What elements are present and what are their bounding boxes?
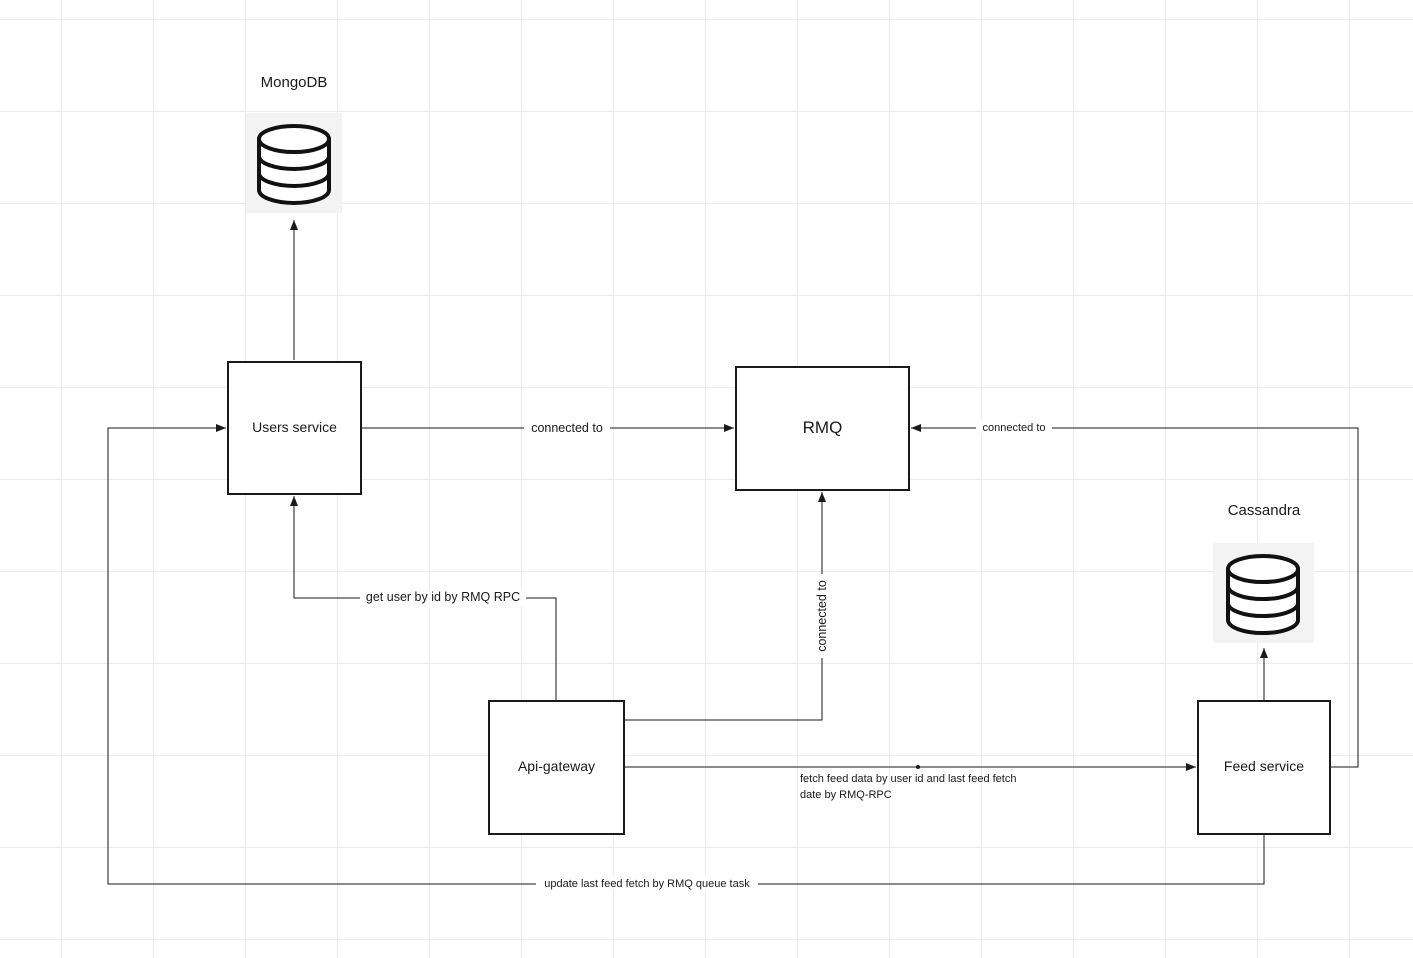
node-api-gateway[interactable]: Api-gateway	[488, 700, 625, 835]
db-title-mongodb: MongoDB	[261, 74, 328, 91]
edge-api-to-feed[interactable]: fetch feed data by user id and last feed…	[624, 763, 1196, 801]
edge-api-to-users[interactable]: get user by id by RMQ RPC	[290, 496, 557, 700]
edge-label-api-to-users: get user by id by RMQ RPC	[366, 590, 520, 604]
edge-users-to-rmq[interactable]: connected to	[361, 419, 734, 436]
edge-label-users-to-rmq: connected to	[531, 421, 603, 435]
edge-label-api-to-feed-line1: fetch feed data by user id and last feed…	[800, 773, 1016, 785]
edge-label-feed-to-users: update last feed fetch by RMQ queue task	[544, 878, 750, 890]
db-title-cassandra: Cassandra	[1228, 502, 1301, 519]
edge-label-feed-to-rmq: connected to	[983, 422, 1046, 434]
edge-label-api-to-feed-line2: date by RMQ-RPC	[800, 789, 892, 801]
db-mongodb[interactable]: MongoDB	[246, 74, 342, 213]
node-rmq[interactable]: RMQ	[735, 366, 910, 491]
db-cassandra[interactable]: Cassandra	[1213, 502, 1314, 643]
node-users-service[interactable]: Users service	[227, 361, 362, 495]
node-label-users-service: Users service	[252, 419, 337, 435]
database-icon	[246, 113, 342, 213]
edge-api-to-rmq[interactable]: connected to	[624, 492, 831, 721]
node-label-rmq: RMQ	[803, 418, 843, 437]
edge-feed-to-users[interactable]: update last feed fetch by RMQ queue task	[107, 424, 1265, 891]
node-feed-service[interactable]: Feed service	[1197, 700, 1331, 835]
node-label-api-gateway: Api-gateway	[518, 758, 595, 774]
edge-waypoint-dot	[916, 765, 920, 769]
database-icon	[1213, 543, 1314, 643]
node-label-feed-service: Feed service	[1224, 758, 1304, 774]
edge-label-api-to-rmq: connected to	[815, 580, 829, 652]
architecture-diagram: connected to connected to connected to g…	[107, 74, 1359, 891]
